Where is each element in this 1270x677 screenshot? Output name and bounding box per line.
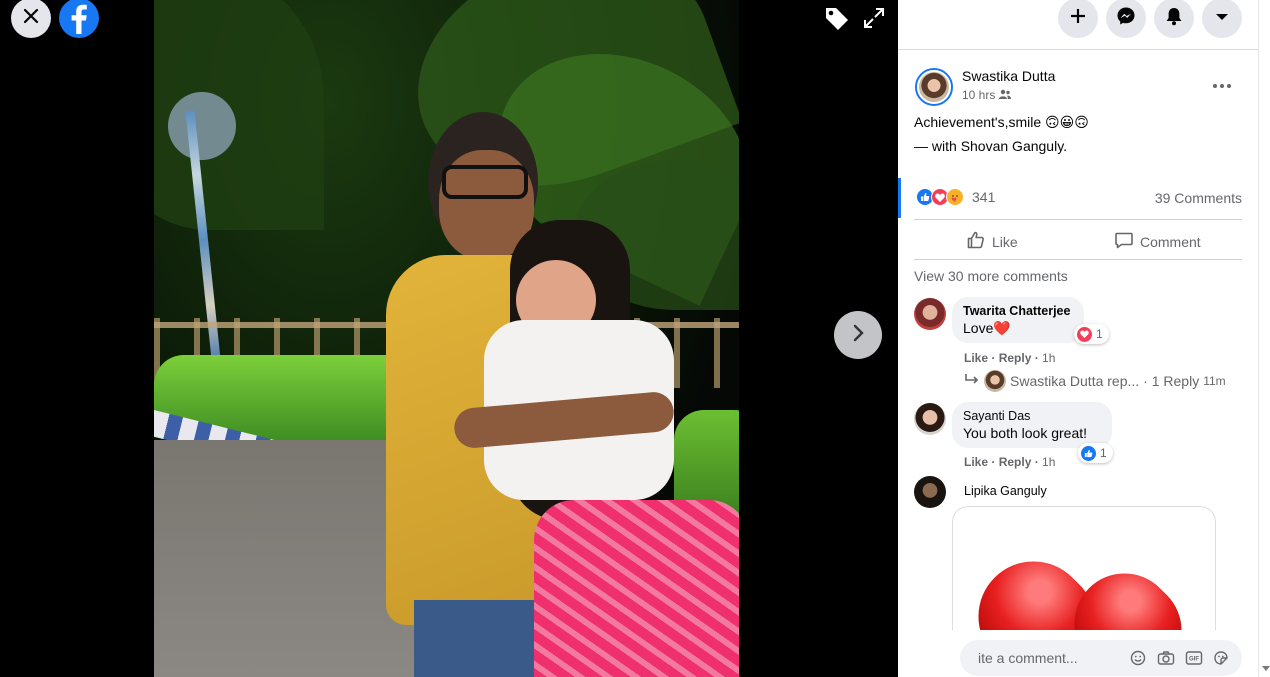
love-reaction-icon bbox=[1077, 326, 1092, 342]
camera-icon[interactable] bbox=[1157, 650, 1175, 671]
plus-icon bbox=[1070, 8, 1086, 29]
commenter-avatar[interactable] bbox=[914, 403, 946, 435]
thumbs-up-icon bbox=[966, 230, 986, 253]
reply-summary[interactable]: Swastika Dutta rep... · 1 Reply 11m bbox=[964, 370, 1226, 392]
comment-like-link[interactable]: Like bbox=[964, 455, 988, 469]
comment-composer[interactable]: ite a comment... GIF bbox=[960, 640, 1242, 676]
comment-text: Love❤️ bbox=[963, 320, 1011, 336]
comment-count-link[interactable]: 39 Comments bbox=[1155, 190, 1242, 206]
fullscreen-button[interactable] bbox=[863, 7, 885, 29]
post-photo[interactable] bbox=[154, 0, 739, 677]
like-button-label: Like bbox=[992, 233, 1018, 250]
facebook-logo-icon[interactable] bbox=[59, 0, 99, 38]
reaction-count: 341 bbox=[972, 189, 996, 205]
post-with-line: — with Shovan Ganguly. bbox=[914, 138, 1067, 154]
messenger-icon bbox=[1116, 6, 1136, 31]
reply-author-text: Swastika Dutta rep... bbox=[1010, 373, 1140, 389]
caret-down-icon bbox=[1215, 9, 1229, 27]
photo-viewer bbox=[0, 0, 898, 677]
close-button[interactable] bbox=[11, 0, 51, 38]
comment-button-label: Comment bbox=[1140, 233, 1201, 250]
comment-text: You both look great! bbox=[963, 425, 1088, 441]
care-reaction-icon bbox=[946, 188, 964, 206]
more-horizontal-icon bbox=[1210, 81, 1234, 98]
comment-reply-link[interactable]: Reply bbox=[999, 455, 1032, 469]
tagged-person-link[interactable]: Shovan Ganguly. bbox=[961, 138, 1067, 154]
comment-actions: Like · Reply · 1h bbox=[964, 351, 1056, 365]
sticker-icon[interactable] bbox=[1213, 650, 1229, 671]
comment-reaction-count: 1 bbox=[1100, 446, 1107, 460]
comment-author[interactable]: Sayanti Das bbox=[963, 409, 1101, 423]
comment-time[interactable]: 1h bbox=[1042, 351, 1055, 365]
tag-button[interactable] bbox=[823, 5, 851, 31]
divider bbox=[914, 259, 1242, 260]
comment-reaction-chip[interactable]: 1 bbox=[1078, 443, 1113, 463]
comment-bubble-icon bbox=[1114, 230, 1134, 253]
post-caption: Achievement's,smile 🙃😀🙃 bbox=[914, 114, 1089, 130]
reactions-summary[interactable]: 341 bbox=[916, 188, 995, 206]
divider bbox=[914, 219, 1242, 220]
comment-author[interactable]: Lipika Ganguly bbox=[964, 484, 1047, 498]
post-timestamp-row: 10 hrs bbox=[962, 88, 1012, 102]
bell-icon bbox=[1165, 6, 1183, 31]
like-reaction-icon bbox=[1081, 445, 1096, 461]
tag-icon bbox=[823, 8, 851, 35]
next-photo-button[interactable] bbox=[834, 311, 882, 359]
comment-input-placeholder[interactable]: ite a comment... bbox=[978, 650, 1078, 666]
post-author-name[interactable]: Swastika Dutta bbox=[962, 68, 1055, 84]
with-prefix: — with bbox=[914, 138, 961, 154]
emoji-icon[interactable] bbox=[1130, 650, 1146, 671]
post-author-avatar[interactable] bbox=[915, 68, 953, 106]
focus-indicator bbox=[898, 178, 901, 218]
account-menu-button[interactable] bbox=[1202, 0, 1242, 38]
comment-author[interactable]: Twarita Chatterjee bbox=[963, 304, 1073, 318]
like-button[interactable]: Like bbox=[966, 230, 1018, 253]
post-options-button[interactable] bbox=[1210, 78, 1234, 94]
scrollbar[interactable] bbox=[1258, 0, 1270, 677]
comment-time[interactable]: 1h bbox=[1042, 455, 1055, 469]
commenter-avatar[interactable] bbox=[914, 298, 946, 330]
commenter-avatar[interactable] bbox=[914, 476, 946, 508]
post-panel: Swastika Dutta 10 hrs Achievement's,smil… bbox=[898, 0, 1258, 677]
notifications-button[interactable] bbox=[1154, 0, 1194, 38]
comment-bubble: Twarita Chatterjee Love❤️ bbox=[952, 297, 1084, 343]
reply-arrow-icon bbox=[964, 373, 980, 390]
comment-actions: Like · Reply · 1h bbox=[964, 455, 1056, 469]
reply-author-avatar bbox=[984, 370, 1006, 392]
reply-time: 11m bbox=[1203, 374, 1226, 388]
comment-like-link[interactable]: Like bbox=[964, 351, 988, 365]
comment-reaction-count: 1 bbox=[1096, 327, 1103, 341]
close-icon bbox=[22, 7, 40, 30]
comment-reply-link[interactable]: Reply bbox=[999, 351, 1032, 365]
comment-reaction-chip[interactable]: 1 bbox=[1074, 324, 1109, 344]
comment-button[interactable]: Comment bbox=[1114, 230, 1201, 253]
view-more-comments-link[interactable]: View 30 more comments bbox=[914, 268, 1068, 284]
gif-icon[interactable]: GIF bbox=[1185, 650, 1203, 671]
post-time[interactable]: 10 hrs bbox=[962, 88, 995, 102]
messenger-button[interactable] bbox=[1106, 0, 1146, 38]
expand-icon bbox=[863, 8, 885, 33]
svg-text:GIF: GIF bbox=[1189, 657, 1199, 663]
create-button[interactable] bbox=[1058, 0, 1098, 38]
chevron-right-icon bbox=[848, 323, 868, 348]
reply-count: · 1 Reply bbox=[1143, 373, 1200, 389]
friends-icon bbox=[999, 88, 1012, 102]
comment-sticker[interactable] bbox=[952, 506, 1216, 646]
top-navigation bbox=[898, 0, 1258, 50]
comment-bubble: Sayanti Das You both look great! bbox=[952, 402, 1112, 448]
scroll-down-arrow-icon[interactable] bbox=[1260, 664, 1270, 674]
